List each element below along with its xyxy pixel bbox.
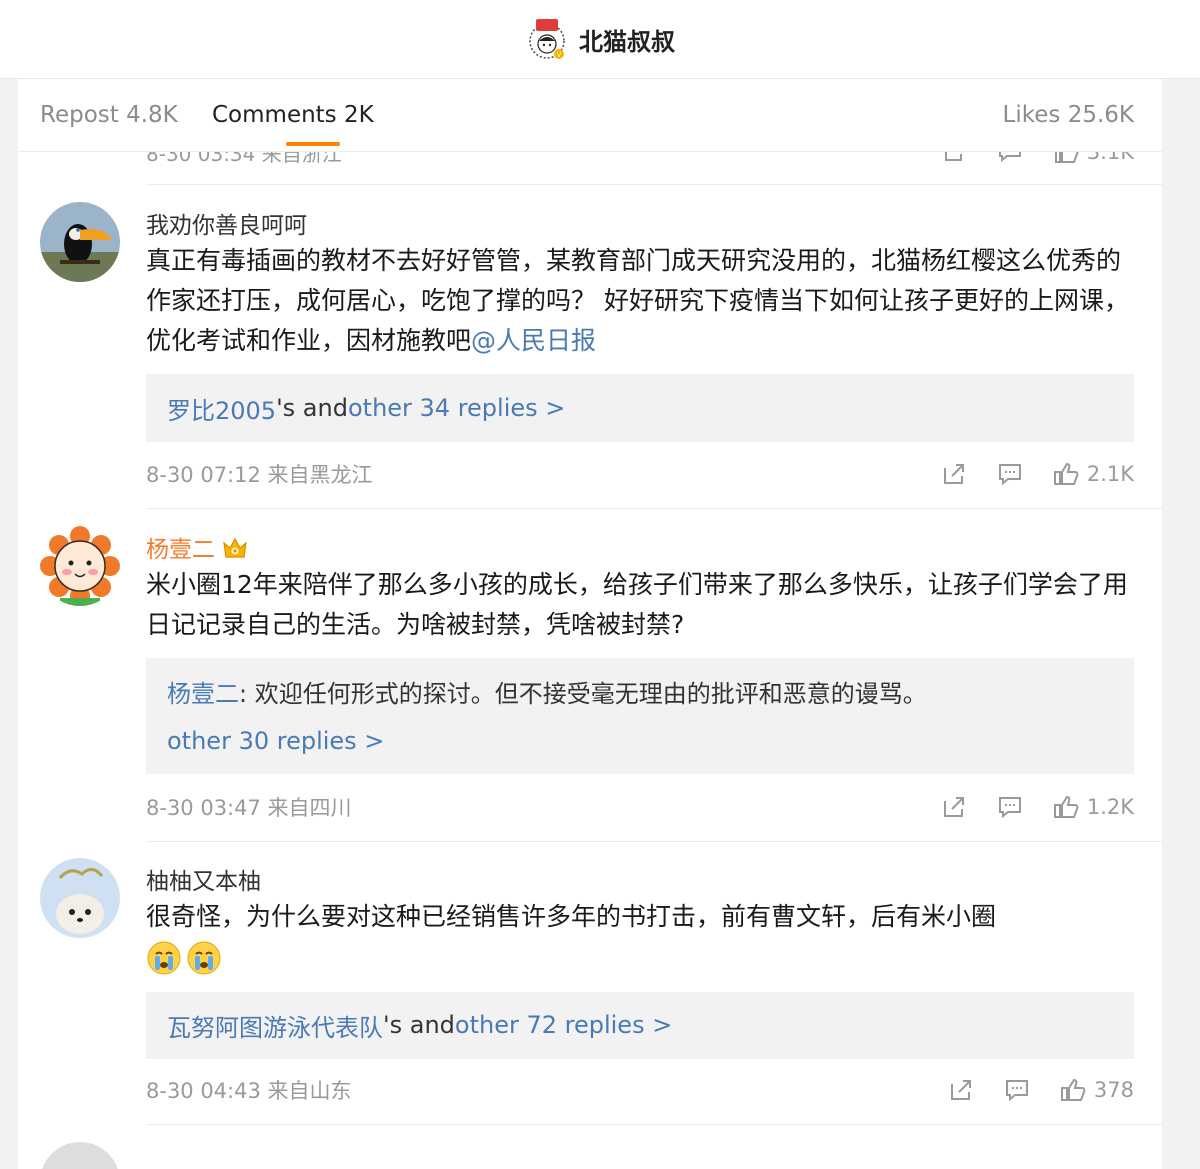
top-bar: V 北猫叔叔 [0, 0, 1200, 79]
right-frame [1162, 79, 1200, 1169]
more-replies-link[interactable]: other 72 replies > [455, 1011, 672, 1039]
reply-connector: 's and [383, 1011, 455, 1039]
comment-icon[interactable] [997, 794, 1023, 820]
like-count: 1.2K [1086, 795, 1134, 819]
share-icon[interactable] [941, 152, 967, 165]
thumbs-up-icon [1054, 152, 1079, 163]
share-icon[interactable] [941, 794, 967, 820]
comment-author[interactable]: 我劝你善良呵呵 [146, 206, 307, 240]
comment-text: 米小圈12年来陪伴了那么多小孩的成长，给孩子们带来了那么多快乐，让孩子们学会了用… [146, 570, 1128, 639]
comment-meta: 8-30 07:12 来自黑龙江 2.1K [146, 459, 1134, 489]
avatar[interactable] [40, 858, 120, 938]
crown-badge-icon [223, 537, 248, 558]
share-icon[interactable] [941, 461, 967, 487]
divider [146, 508, 1162, 509]
avatar[interactable] [40, 526, 120, 606]
logo-icon: V [525, 17, 569, 61]
reply-author-link[interactable]: 瓦努阿图游泳代表队 [167, 1008, 383, 1043]
like-count: 378 [1093, 1078, 1134, 1102]
like-button[interactable]: 2.1K [1053, 461, 1134, 487]
divider [146, 841, 1162, 842]
reply-author-link[interactable]: 罗比2005 [167, 391, 276, 426]
avatar[interactable] [40, 202, 120, 282]
more-replies-link[interactable]: other 30 replies > [167, 727, 384, 755]
crying-emoji-icon [147, 941, 181, 975]
partial-comment-meta: 8-30 03:34 来自浙江 3.1K [146, 152, 1134, 166]
more-replies-link[interactable]: other 34 replies > [348, 394, 565, 422]
like-button[interactable]: 378 [1060, 1077, 1134, 1103]
like-count: 3.1K [1086, 152, 1134, 164]
comment-icon[interactable] [1004, 1077, 1030, 1103]
divider [146, 1124, 1162, 1125]
comment-text: 真正有毒插画的教材不去好好管管，某教育部门成天研究没用的，北猫杨红樱这么优秀的作… [146, 241, 1138, 361]
svg-text:V: V [557, 52, 562, 59]
tab-likes[interactable]: Likes 25.6K [1003, 102, 1134, 128]
active-tab-indicator [286, 142, 340, 146]
tab-repost[interactable]: Repost 4.8K [40, 102, 178, 128]
reply-preview[interactable]: 瓦努阿图游泳代表队's and other 72 replies > [146, 992, 1134, 1059]
reply-preview[interactable]: 罗比2005's and other 34 replies > [146, 374, 1134, 442]
mention-link[interactable]: @人民日报 [471, 326, 596, 355]
avatar[interactable] [40, 1142, 120, 1169]
comment-date: 8-30 07:12 来自黑龙江 [146, 463, 373, 487]
author-name: 杨壹二 [146, 537, 215, 563]
comment-list: 8-30 03:34 来自浙江 3.1K 我劝你善良呵呵 真正有毒插画的教材不去… [18, 152, 1162, 1169]
thumbs-up-icon [1053, 795, 1079, 818]
comment-body: 很奇怪，为什么要对这种已经销售许多年的书打击，前有曹文轩，后有米小圈 [146, 902, 997, 931]
tab-bar: Repost 4.8K Comments 2K Likes 25.6K [18, 80, 1162, 152]
like-count: 2.1K [1086, 462, 1134, 486]
comment-author[interactable]: 柚柚又本柚 [146, 862, 261, 896]
comment-meta: 8-30 04:43 来自山东 378 [146, 1075, 1134, 1105]
reply-author-link[interactable]: 杨壹二 [167, 674, 239, 709]
share-icon[interactable] [948, 1077, 974, 1103]
comment-author[interactable]: 杨壹二 [146, 530, 248, 564]
comment-icon[interactable] [997, 461, 1023, 487]
reply-text: : 欢迎任何形式的探讨。但不接受毫无理由的批评和恶意的谩骂。 [239, 679, 927, 708]
comment-date: 8-30 04:43 来自山东 [146, 1079, 352, 1103]
like-button[interactable]: 3.1K [1053, 152, 1134, 165]
comment-date: 8-30 03:47 来自四川 [146, 796, 352, 820]
comment-meta: 8-30 03:47 来自四川 1.2K [146, 792, 1134, 822]
thumbs-up-icon [1053, 462, 1079, 485]
comment-text: 很奇怪，为什么要对这种已经销售许多年的书打击，前有曹文轩，后有米小圈 [146, 897, 1138, 977]
tab-comments[interactable]: Comments 2K [212, 102, 374, 128]
reply-connector: 's and [276, 394, 348, 422]
comment-body: 真正有毒插画的教材不去好好管管，某教育部门成天研究没用的，北猫杨红樱这么优秀的作… [146, 246, 1129, 355]
thumbs-up-icon [1060, 1078, 1086, 1101]
page-title: 北猫叔叔 [579, 27, 675, 56]
reply-preview[interactable]: 杨壹二: 欢迎任何形式的探讨。但不接受毫无理由的批评和恶意的谩骂。 other … [146, 658, 1134, 774]
comment-date: 8-30 03:34 来自浙江 [146, 152, 342, 166]
left-frame [0, 79, 18, 1169]
profile-header[interactable]: V 北猫叔叔 [525, 17, 675, 61]
comment-icon[interactable] [997, 152, 1023, 165]
like-button[interactable]: 1.2K [1053, 794, 1134, 820]
divider [146, 184, 1162, 185]
crying-emoji-icon [187, 941, 221, 975]
